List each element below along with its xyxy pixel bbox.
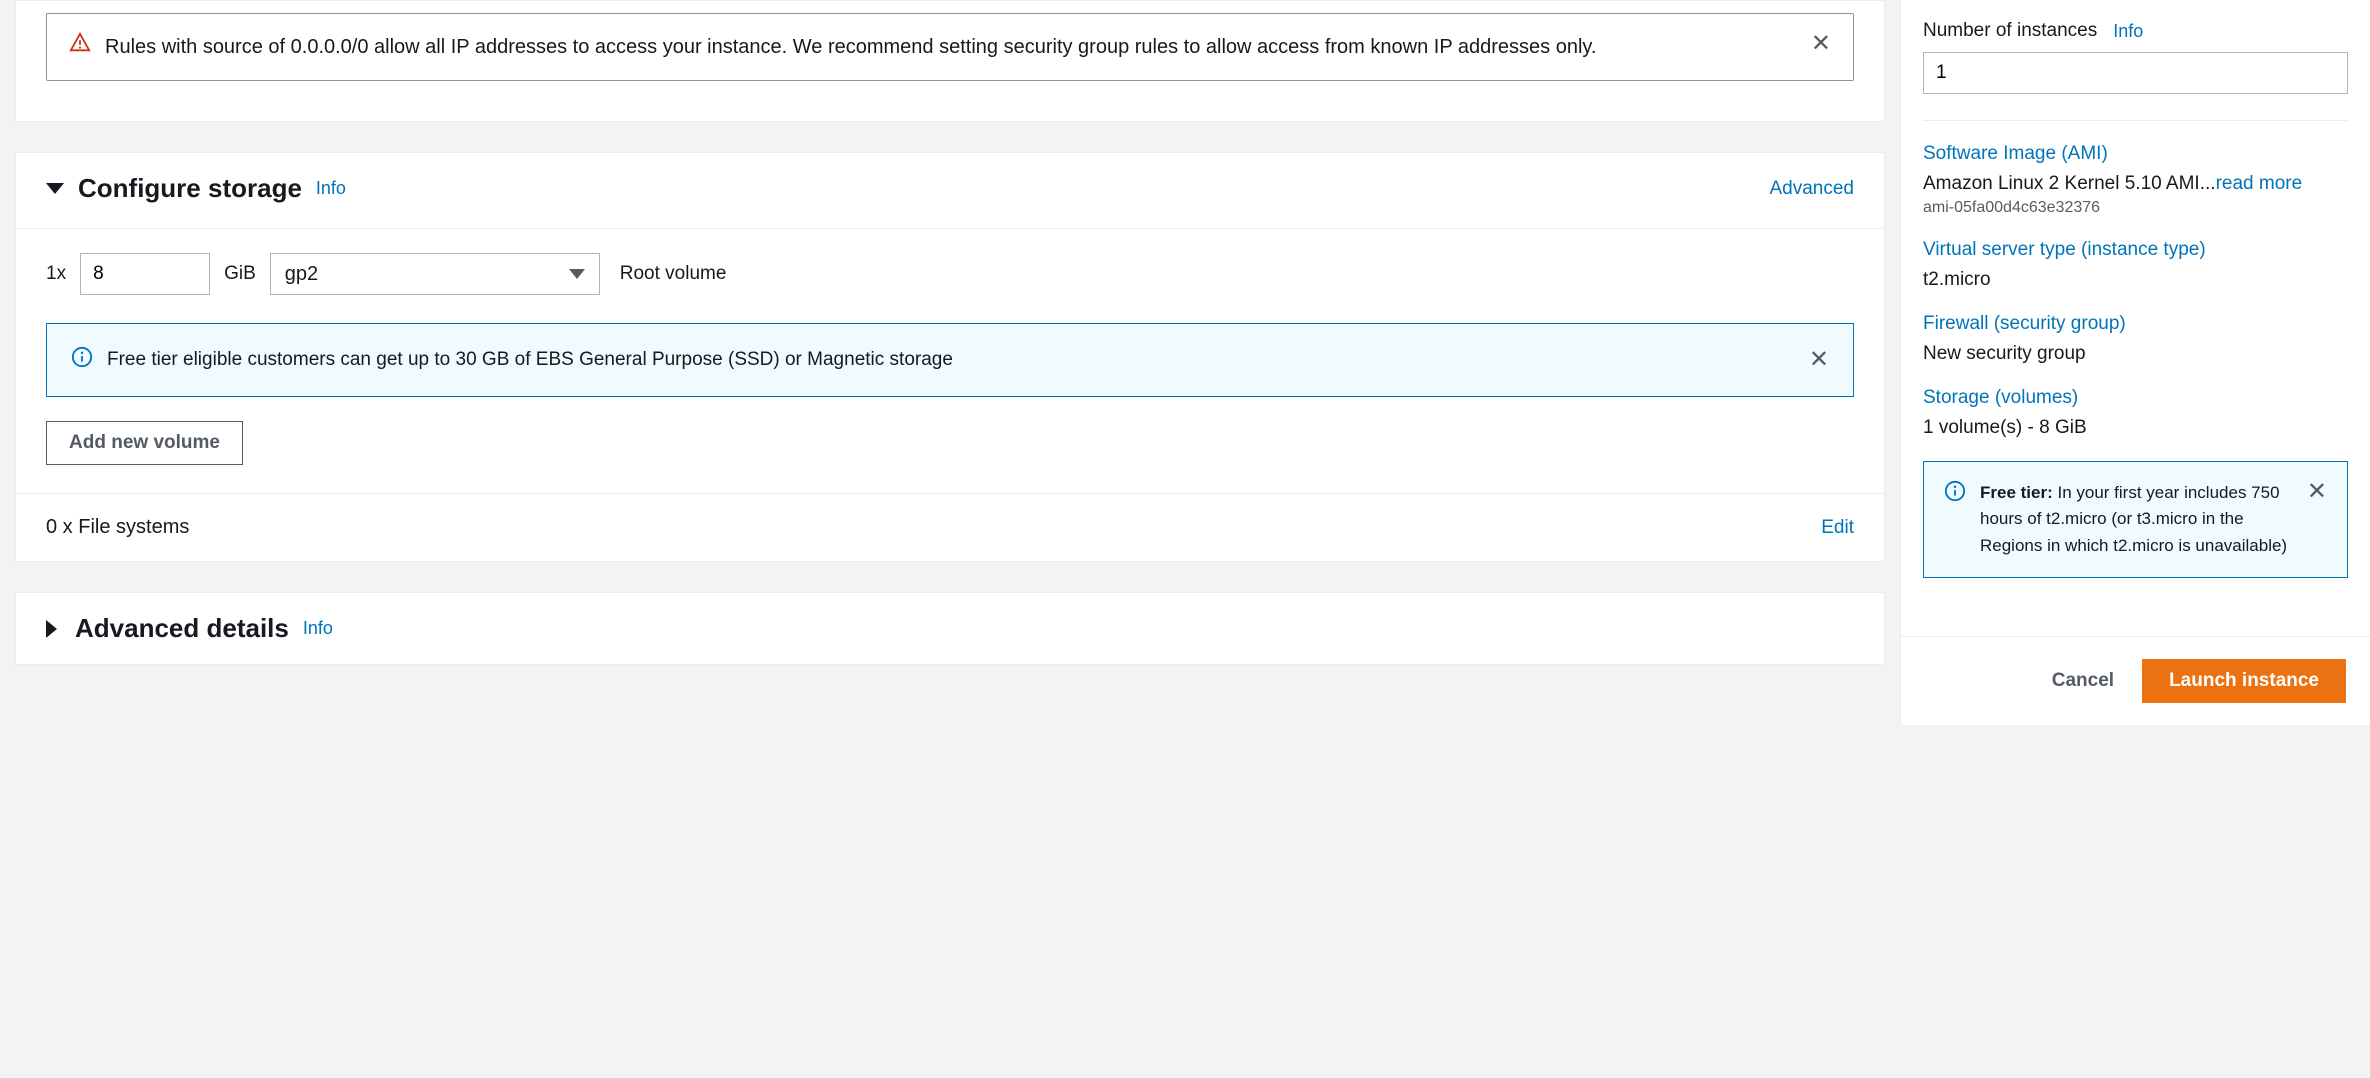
security-warning-alert: Rules with source of 0.0.0.0/0 allow all… [46, 13, 1854, 81]
caret-right-icon[interactable] [46, 620, 57, 638]
ami-id: ami-05fa00d4c63e32376 [1923, 199, 2348, 217]
num-instances-info-link[interactable]: Info [2113, 21, 2143, 42]
storage-value: 1 volume(s) - 8 GiB [1923, 417, 2348, 439]
volume-size-input[interactable] [80, 253, 210, 295]
volume-type-select[interactable]: gp2 [270, 253, 600, 295]
instance-type-link[interactable]: Virtual server type (instance type) [1923, 239, 2348, 261]
close-icon[interactable]: ✕ [1811, 32, 1831, 56]
security-group-panel: Rules with source of 0.0.0.0/0 allow all… [15, 0, 1885, 122]
file-systems-edit-link[interactable]: Edit [1821, 517, 1854, 539]
storage-header: Configure storage Info Advanced [16, 153, 1884, 212]
advanced-details-panel: Advanced details Info [15, 592, 1885, 665]
root-volume-label: Root volume [620, 263, 727, 285]
ami-link[interactable]: Software Image (AMI) [1923, 143, 2348, 165]
main-column: Rules with source of 0.0.0.0/0 allow all… [0, 0, 1900, 725]
storage-volume-row: 1x GiB gp2 Root volume [16, 229, 1884, 323]
storage-info-link[interactable]: Info [316, 178, 346, 199]
chevron-down-icon [569, 269, 585, 279]
free-tier-summary-text: Free tier: In your first year includes 7… [1980, 480, 2293, 559]
volume-multiplier: 1x [46, 263, 66, 285]
close-icon[interactable]: ✕ [1809, 348, 1829, 372]
info-icon [1944, 480, 1966, 508]
volume-type-value: gp2 [285, 263, 318, 286]
summary-body: Number of instances Info Software Image … [1901, 0, 2370, 636]
info-icon [71, 346, 93, 374]
storage-title: Configure storage [78, 173, 302, 204]
advanced-details-header: Advanced details Info [16, 593, 1884, 664]
ami-read-more-link[interactable]: read more [2216, 173, 2303, 194]
divider [1923, 120, 2348, 121]
free-tier-storage-text: Free tier eligible customers can get up … [107, 349, 1795, 371]
num-instances-label: Number of instances Info [1923, 20, 2348, 42]
cancel-button[interactable]: Cancel [2044, 660, 2122, 702]
configure-storage-panel: Configure storage Info Advanced 1x GiB g… [15, 152, 1885, 562]
add-volume-button[interactable]: Add new volume [46, 421, 243, 465]
size-unit: GiB [224, 263, 256, 285]
num-instances-input[interactable] [1923, 52, 2348, 94]
file-systems-label: 0 x File systems [46, 516, 189, 539]
warning-icon [69, 32, 91, 60]
ami-value-row: Amazon Linux 2 Kernel 5.10 AMI...read mo… [1923, 173, 2348, 195]
summary-footer: Cancel Launch instance [1901, 636, 2370, 725]
storage-link[interactable]: Storage (volumes) [1923, 387, 2348, 409]
advanced-details-info-link[interactable]: Info [303, 618, 333, 639]
firewall-value: New security group [1923, 343, 2348, 365]
launch-instance-button[interactable]: Launch instance [2142, 659, 2346, 703]
advanced-details-title: Advanced details [75, 613, 289, 644]
free-tier-summary-alert: Free tier: In your first year includes 7… [1923, 461, 2348, 578]
security-warning-text: Rules with source of 0.0.0.0/0 allow all… [105, 32, 1797, 62]
close-icon[interactable]: ✕ [2307, 480, 2327, 504]
file-systems-row: 0 x File systems Edit [16, 493, 1884, 561]
storage-advanced-link[interactable]: Advanced [1769, 178, 1854, 200]
firewall-link[interactable]: Firewall (security group) [1923, 313, 2348, 335]
ami-value: Amazon Linux 2 Kernel 5.10 AMI... [1923, 173, 2216, 194]
caret-down-icon[interactable] [46, 183, 64, 194]
free-tier-storage-alert: Free tier eligible customers can get up … [46, 323, 1854, 397]
instance-type-value: t2.micro [1923, 269, 2348, 291]
summary-column: Number of instances Info Software Image … [1900, 0, 2370, 725]
